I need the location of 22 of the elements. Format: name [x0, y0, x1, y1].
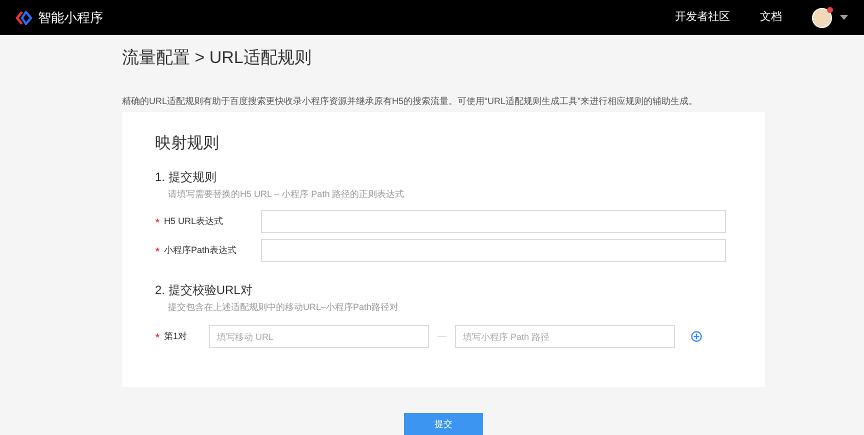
logo-icon	[16, 10, 32, 24]
section-hint: 提交包含在上述适配规则中的移动URL–小程序Path路径对	[168, 301, 400, 313]
field-label: 小程序Path表达式	[164, 244, 237, 257]
nav-link[interactable]: 开发者社区	[675, 9, 730, 26]
user-avatar[interactable]	[812, 8, 832, 28]
field-label: H5 URL表达式	[164, 214, 224, 228]
add-icon[interactable]	[691, 331, 702, 342]
input-field[interactable]	[261, 210, 726, 233]
section-title: 1. 提交规则	[155, 169, 218, 185]
input-field[interactable]	[261, 239, 726, 262]
page-description: 精确的URL适配规则有助于百度搜索更快收录小程序资源并继承原有H5的搜索流量。可使用“URL适配规则生成工具”来进行相应规则的辅助生成。	[122, 95, 699, 107]
field-label: 第1对	[164, 330, 188, 343]
section-hint: 请填写需要替换的H5 URL – 小程序 Path 路径的正则表达式	[168, 188, 406, 200]
nav-link[interactable]: 文档	[760, 9, 782, 26]
section-title: 2. 提交校验URL对	[155, 282, 254, 298]
page-title: 流量配置 > URL适配规则	[122, 47, 312, 69]
input-field[interactable]: 填写小程序 Path 路径	[455, 325, 675, 348]
app-name: 智能小程序	[38, 8, 103, 27]
input-field[interactable]: 填写移动 URL	[209, 325, 429, 348]
card-title: 映射规则	[155, 134, 220, 154]
caret-icon[interactable]	[840, 15, 848, 20]
separator: —	[436, 330, 448, 343]
